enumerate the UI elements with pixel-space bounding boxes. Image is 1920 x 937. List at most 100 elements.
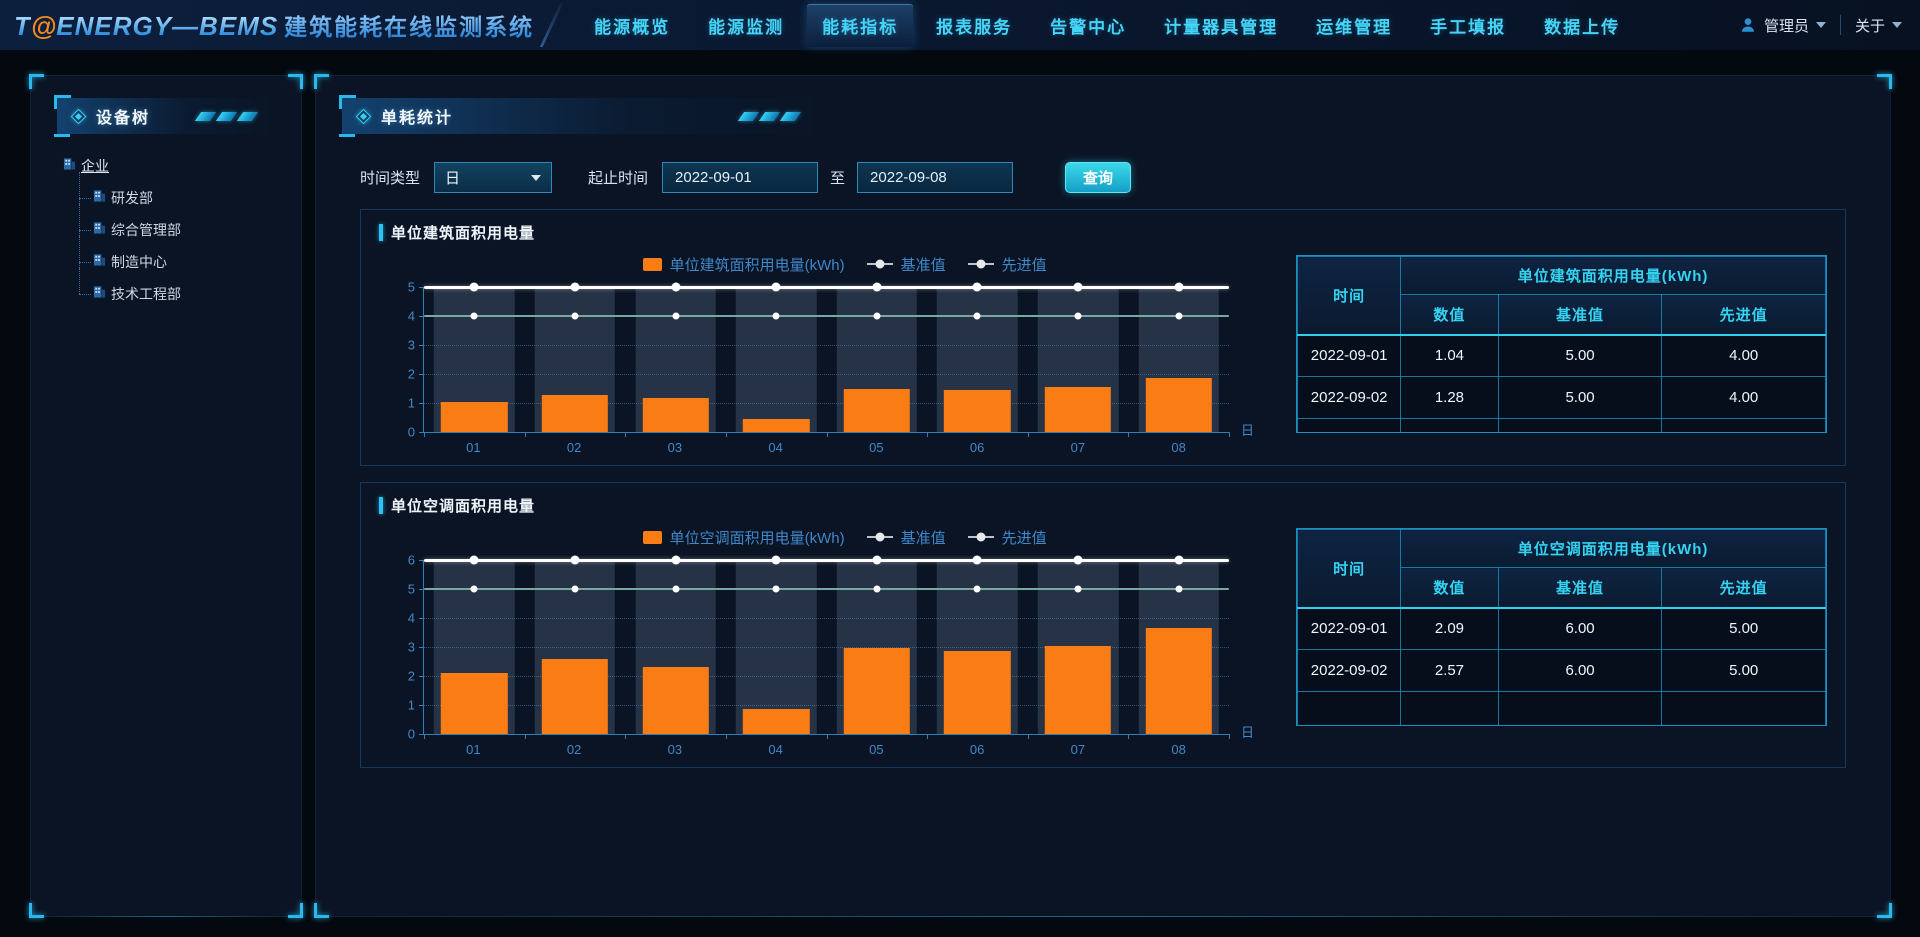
table-cell: 1.04 (1401, 335, 1499, 377)
bar-slots (424, 287, 1229, 432)
x-axis-tick-label: 05 (826, 742, 927, 757)
line-marker-dot (570, 556, 579, 565)
legend-item-advanced[interactable]: 先进值 (968, 527, 1047, 548)
x-tick-mark (1229, 734, 1230, 739)
about-menu[interactable]: 关于 (1855, 15, 1902, 36)
time-type-select[interactable]: 日 (434, 162, 552, 193)
line-marker-dot (671, 556, 680, 565)
table-cell: 2022-09-01 (1298, 335, 1401, 377)
chart-area: 单位空调面积用电量(kWh)基准值先进值 0123456日 0102030405… (379, 520, 1270, 757)
nav-item-运维管理[interactable]: 运维管理 (1301, 4, 1407, 47)
line-marker-dot (471, 586, 478, 593)
section-title: 单位空调面积用电量 (391, 495, 535, 516)
legend-label: 先进值 (1002, 254, 1047, 275)
corner-bracket (1877, 903, 1892, 918)
data-bar (1045, 387, 1111, 432)
chevron-down-icon (531, 175, 541, 181)
table-row: 2022-09-021.285.004.00 (1298, 377, 1826, 419)
data-bar (844, 389, 910, 433)
table-subheader: 数值 (1401, 295, 1499, 335)
x-axis-tick-label: 01 (423, 742, 524, 757)
nav-right-area: 管理员 关于 (1739, 15, 1902, 36)
x-tick-mark (424, 432, 425, 437)
y-axis-tick-label: 3 (391, 640, 415, 655)
building-icon (93, 221, 106, 239)
building-icon (63, 157, 76, 175)
legend-line-marker-icon (867, 536, 893, 538)
table-cell: 5.00 (1662, 608, 1826, 650)
nav-item-报表服务[interactable]: 报表服务 (921, 4, 1027, 47)
decor-slashes (198, 112, 255, 121)
end-date-input[interactable] (857, 162, 1013, 193)
line-marker-dot (773, 586, 780, 593)
top-nav-bar: T@ENERGY—BEMS 建筑能耗在线监测系统 能源概览能源监测能耗指标报表服… (0, 0, 1920, 50)
data-bar (743, 709, 809, 734)
table-cell: 2.57 (1401, 650, 1499, 692)
x-tick-mark (1229, 432, 1230, 437)
chart-legend: 单位建筑面积用电量(kWh) 基准值 先进值 (419, 251, 1270, 277)
legend-item-baseline[interactable]: 基准值 (867, 527, 946, 548)
table-row: 2022-09-022.576.005.00 (1298, 650, 1826, 692)
tree-node-label: 技术工程部 (111, 284, 181, 304)
line-marker-dot (872, 556, 881, 565)
nav-item-能耗指标[interactable]: 能耗指标 (807, 4, 913, 47)
line-marker-dot (1174, 556, 1183, 565)
chart-section: 单位建筑面积用电量 单位建筑面积用电量(kWh)基准值先进值 012345日 0… (360, 209, 1846, 466)
nav-item-能源概览[interactable]: 能源概览 (579, 4, 685, 47)
table-cell: 5.00 (1498, 377, 1662, 419)
nav-item-数据上传[interactable]: 数据上传 (1529, 4, 1635, 47)
corner-bracket (1877, 74, 1892, 89)
table-header-row: 时间单位空调面积用电量(kWh) (1298, 530, 1826, 568)
advanced-line (424, 588, 1229, 590)
time-type-label: 时间类型 (360, 167, 420, 188)
nav-item-告警中心[interactable]: 告警中心 (1035, 4, 1141, 47)
x-axis-tick-label: 07 (1028, 440, 1129, 455)
tree-node-研发部[interactable]: 研发部 (77, 182, 275, 214)
x-axis-tick-label: 06 (927, 440, 1028, 455)
tree-node-制造中心[interactable]: 制造中心 (77, 246, 275, 278)
start-date-input[interactable] (662, 162, 818, 193)
table-cell (1298, 419, 1401, 434)
line-marker-dot (974, 313, 981, 320)
title-accent-bar (379, 224, 383, 241)
table-cell: 6.00 (1498, 608, 1662, 650)
nav-item-能源监测[interactable]: 能源监测 (693, 4, 799, 47)
building-icon (93, 285, 106, 303)
line-marker-dot (571, 586, 578, 593)
user-icon (1739, 16, 1757, 34)
stats-title: 单耗统计 (381, 104, 453, 128)
corner-bracket (288, 74, 303, 89)
x-axis-tick-label: 07 (1028, 742, 1129, 757)
table-cell (1298, 692, 1401, 727)
category-slot (927, 287, 1028, 432)
data-bar (1145, 628, 1211, 734)
line-marker-dot (872, 283, 881, 292)
user-menu[interactable]: 管理员 (1739, 15, 1826, 36)
legend-item-advanced[interactable]: 先进值 (968, 254, 1047, 275)
tree-node-root[interactable]: 企业 (63, 156, 275, 176)
table-cell: 1.28 (1401, 377, 1499, 419)
legend-item-baseline[interactable]: 基准值 (867, 254, 946, 275)
line-marker-dot (672, 313, 679, 320)
line-marker-dot (1174, 283, 1183, 292)
y-axis-tick-label: 1 (391, 396, 415, 411)
nav-item-手工填报[interactable]: 手工填报 (1415, 4, 1521, 47)
query-button[interactable]: 查询 (1065, 162, 1131, 193)
tree-node-label: 综合管理部 (111, 220, 181, 240)
device-tree-panel: 设备树 企业 研发部综合管理部制造中心技术工程部 (30, 75, 302, 917)
line-marker-dot (1175, 313, 1182, 320)
table-cell: 2022-09-02 (1298, 377, 1401, 419)
x-axis-tick-label: 02 (524, 440, 625, 455)
tree-node-技术工程部[interactable]: 技术工程部 (77, 278, 275, 310)
x-tick-mark (1028, 432, 1029, 437)
line-marker-dot (1074, 283, 1083, 292)
legend-item-bar[interactable]: 单位建筑面积用电量(kWh) (643, 254, 845, 275)
about-label: 关于 (1855, 15, 1885, 36)
legend-item-bar[interactable]: 单位空调面积用电量(kWh) (643, 527, 845, 548)
tree-node-label: 研发部 (111, 188, 153, 208)
nav-item-计量器具管理[interactable]: 计量器具管理 (1149, 4, 1293, 47)
x-tick-mark (827, 432, 828, 437)
table-cell: 2.09 (1401, 608, 1499, 650)
category-slot (1128, 287, 1229, 432)
tree-node-综合管理部[interactable]: 综合管理部 (77, 214, 275, 246)
